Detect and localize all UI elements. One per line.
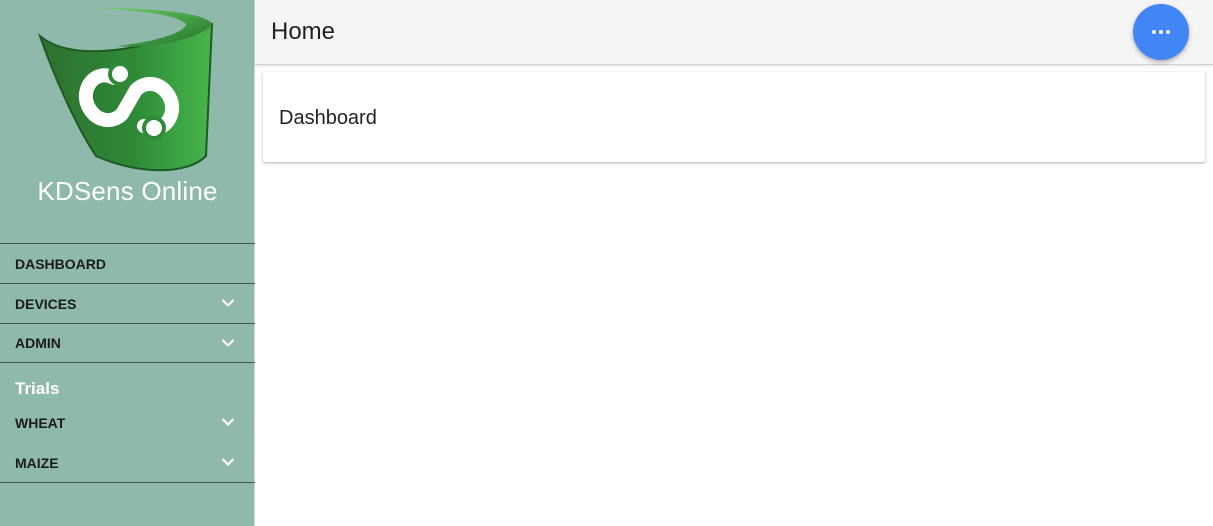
chevron-down-icon xyxy=(222,299,234,307)
ellipsis-icon xyxy=(1152,30,1170,34)
top-bar: Home xyxy=(255,0,1213,65)
sidebar-item-label: ADMIN xyxy=(15,335,61,351)
app-root: KDSens Online DASHBOARD DEVICES ADMIN Tr… xyxy=(0,0,1213,526)
sidebar-section-heading: Trials xyxy=(15,379,60,398)
sidebar-item-dashboard[interactable]: DASHBOARD xyxy=(0,243,255,283)
chevron-down-icon xyxy=(222,458,234,466)
logo xyxy=(36,6,218,176)
page-title: Home xyxy=(271,18,336,45)
chevron-down-icon xyxy=(222,339,234,347)
sidebar-item-label: WHEAT xyxy=(15,415,66,431)
sidebar-item-maize[interactable]: MAIZE xyxy=(0,443,255,483)
sidebar-item-admin[interactable]: ADMIN xyxy=(0,323,255,363)
dashboard-card: Dashboard xyxy=(263,72,1205,162)
chevron-down-icon xyxy=(222,418,234,426)
sidebar-item-label: DASHBOARD xyxy=(15,255,106,272)
card-title: Dashboard xyxy=(279,107,377,129)
sidebar-item-wheat[interactable]: WHEAT xyxy=(0,403,255,443)
more-options-button[interactable] xyxy=(1133,4,1189,60)
sidebar: KDSens Online DASHBOARD DEVICES ADMIN Tr… xyxy=(0,0,255,526)
sidebar-menu: DASHBOARD DEVICES ADMIN Trials WHEAT MAI… xyxy=(0,243,255,483)
sidebar-item-devices[interactable]: DEVICES xyxy=(0,283,255,323)
kdsens-logo-icon xyxy=(37,8,214,172)
sidebar-item-label: DEVICES xyxy=(15,295,77,312)
brand-name: KDSens Online xyxy=(37,176,218,206)
sidebar-item-label: MAIZE xyxy=(15,454,59,471)
